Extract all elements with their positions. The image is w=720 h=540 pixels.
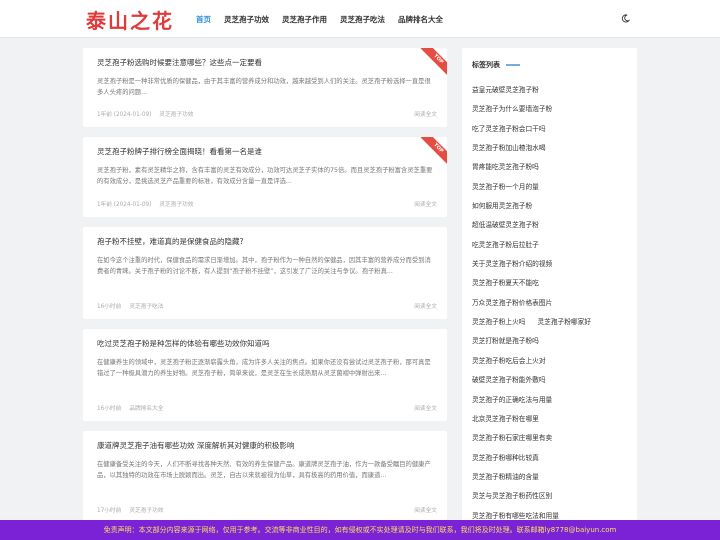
tag-link[interactable]: 灵芝孢子为什么要墙泡子粉 — [472, 100, 615, 119]
tag-link[interactable]: 灵芝孢子粉加山楂泡水喝 — [472, 139, 615, 158]
nav-item-brand-ranking[interactable]: 品牌排名大全 — [398, 14, 443, 25]
article-card[interactable]: TOP 灵芝孢子粉牌子排行榜全面揭晓！看看第一名是谁 灵芝孢子粉，素有灵芝精华之… — [83, 137, 447, 217]
article-time: 1年前 (2024-01-09) — [97, 112, 152, 118]
article-excerpt: 在健康备受关注的今天，人们不断寻找各种天然、有效的养生保健产品。康道牌灵芝孢子油… — [97, 461, 431, 479]
tag-link[interactable]: 灵芝孢子粉吃后会上火对 — [472, 352, 615, 371]
tag-link[interactable]: 破壁灵芝孢子粉能外敷吗 — [472, 371, 615, 390]
article-title[interactable]: 灵芝孢子粉选购时候要注意哪些？这些点一定要看 — [97, 57, 433, 68]
tag-link[interactable]: 万众灵芝孢子粉价格表图片 — [472, 294, 615, 313]
tag-link[interactable]: 吃了灵芝孢子粉会口干吗 — [472, 120, 615, 139]
tag-link[interactable]: 吃灵芝孢子粉后拉肚子 — [472, 236, 615, 255]
nav-item-home[interactable]: 首页 — [196, 14, 211, 25]
article-meta: 1年前 (2024-01-09) 灵芝孢子功效 — [97, 199, 193, 208]
article-card[interactable]: 孢子粉不挂壁，难道真的是保健食品的隐藏? 在如今这个注重的时代，保健食品的需求日… — [83, 227, 447, 319]
article-card[interactable]: TOP 灵芝孢子粉选购时候要注意哪些？这些点一定要看 灵芝孢子粉是一种非常优质的… — [83, 48, 447, 127]
disclaimer-bar: 免责声明：本文部分内容来源于网络，仅用于参考。交流等非商业性目的，如有侵权或不实… — [0, 520, 720, 540]
read-more-link[interactable]: 阅读全文 — [414, 505, 437, 514]
tag-sidebar: 标签列表 益皇元破壁灵芝孢子粉 灵芝孢子为什么要墙泡子粉 吃了灵芝孢子粉会口干吗… — [462, 48, 637, 540]
article-time: 16小时前 — [97, 304, 122, 310]
article-meta: 1年前 (2024-01-09) 灵芝孢子功效 — [97, 109, 193, 118]
tag-link[interactable]: 胃疼能吃灵芝孢子粉吗 — [472, 158, 615, 177]
tag-link[interactable]: 灵芝孢子粉一个月的量 — [472, 178, 615, 197]
article-card[interactable]: 康道牌灵芝孢子油有哪些功效 深度解析其对健康的积极影响 在健康备受关注的今天，人… — [83, 431, 447, 523]
article-excerpt: 灵芝孢子粉是一种非常优质的保健品，由于其丰富的营养成分和功效，越来越受到人们的关… — [97, 78, 431, 96]
read-more-link[interactable]: 阅读全文 — [414, 301, 437, 310]
nav-item-efficacy[interactable]: 灵芝孢子功效 — [224, 14, 269, 25]
tag-list: 益皇元破壁灵芝孢子粉 灵芝孢子为什么要墙泡子粉 吃了灵芝孢子粉会口干吗 灵芝孢子… — [472, 81, 627, 526]
tag-link[interactable]: 灵芝孢子粉上火吗 — [472, 313, 526, 332]
sidebar-heading-label: 标签列表 — [472, 61, 500, 69]
article-title[interactable]: 康道牌灵芝孢子油有哪些功效 深度解析其对健康的积极影响 — [97, 440, 433, 451]
article-time: 17小时前 — [97, 508, 122, 514]
tag-link[interactable]: 益皇元破壁灵芝孢子粉 — [472, 81, 615, 100]
article-meta: 17小时前 灵芝孢子功效 — [97, 505, 163, 514]
tag-link[interactable]: 如何服用灵芝孢子粉 — [472, 197, 615, 216]
article-title[interactable]: 灵芝孢子粉牌子排行榜全面揭晓！看看第一名是谁 — [97, 146, 433, 157]
article-excerpt: 在健康养生的领域中，灵芝孢子粉正逐渐崭露头角，成为许多人关注的焦点。如果你还没有… — [97, 359, 431, 377]
article-time: 1年前 (2024-01-09) — [97, 202, 152, 208]
article-excerpt: 灵芝孢子粉，素有灵芝精华之称，含有丰富的灵芝有效成分，功效可达灵芝子实体的75倍… — [97, 167, 433, 185]
article-list: TOP 灵芝孢子粉选购时候要注意哪些？这些点一定要看 灵芝孢子粉是一种非常优质的… — [83, 48, 447, 533]
tag-link[interactable]: 关于灵芝孢子粉介绍的视频 — [472, 255, 615, 274]
article-category[interactable]: 灵芝孢子功效 — [159, 202, 193, 208]
tag-link[interactable]: 灵芝孢子的正确吃法与用量 — [472, 391, 615, 410]
dark-mode-icon[interactable] — [621, 14, 630, 23]
read-more-link[interactable]: 阅读全文 — [414, 199, 437, 208]
tag-link[interactable]: 北京灵芝孢子粉在哪里 — [472, 410, 615, 429]
tag-link[interactable]: 灵芝孢子粉石家庄哪里有卖 — [472, 429, 615, 448]
tag-link[interactable]: 灵芝孢子粉夏天不能吃 — [472, 274, 615, 293]
article-title[interactable]: 孢子粉不挂壁，难道真的是保健食品的隐藏? — [97, 236, 433, 247]
article-category[interactable]: 灵芝孢子吃法 — [129, 304, 163, 310]
article-excerpt: 在如今这个注重的时代，保健食品的需求日渐增加。其中，孢子粉作为一种自然的保健品，… — [97, 257, 431, 275]
article-meta: 16小时前 灵芝孢子吃法 — [97, 301, 163, 310]
article-meta: 16小时前 品牌排名大全 — [97, 403, 163, 412]
article-title[interactable]: 吃过灵芝孢子粉是种怎样的体验有哪些功效你知道吗 — [97, 338, 433, 349]
sidebar-heading: 标签列表 — [472, 60, 627, 70]
nav-item-function[interactable]: 灵芝孢子作用 — [282, 14, 327, 25]
tag-link[interactable]: 超低温破壁灵芝孢子粉 — [472, 216, 615, 235]
tag-link[interactable]: 灵芝打粉就是孢子粉吗 — [472, 332, 615, 351]
heading-underline — [506, 64, 520, 66]
read-more-link[interactable]: 阅读全文 — [414, 109, 437, 118]
site-logo[interactable]: 泰山之花 — [86, 5, 174, 34]
nav-item-usage[interactable]: 灵芝孢子吃法 — [340, 14, 385, 25]
article-time: 16小时前 — [97, 406, 122, 412]
main-nav: 首页 灵芝孢子功效 灵芝孢子作用 灵芝孢子吃法 品牌排名大全 — [196, 0, 456, 38]
tag-link[interactable]: 灵芝孢子粉哪种比较真 — [472, 449, 615, 468]
tag-link[interactable]: 灵芝孢子粉哪家好 — [538, 313, 592, 332]
article-card[interactable]: 吃过灵芝孢子粉是种怎样的体验有哪些功效你知道吗 在健康养生的领域中，灵芝孢子粉正… — [83, 329, 447, 421]
article-category[interactable]: 灵芝孢子功效 — [159, 112, 193, 118]
tag-link[interactable]: 灵芝孢子粉精油的含量 — [472, 468, 615, 487]
read-more-link[interactable]: 阅读全文 — [414, 403, 437, 412]
article-category[interactable]: 品牌排名大全 — [129, 406, 163, 412]
tag-link[interactable]: 灵芝与灵芝孢子粉药性区别 — [472, 487, 615, 506]
article-category[interactable]: 灵芝孢子功效 — [129, 508, 163, 514]
site-header: 泰山之花 首页 灵芝孢子功效 灵芝孢子作用 灵芝孢子吃法 品牌排名大全 — [0, 0, 720, 38]
